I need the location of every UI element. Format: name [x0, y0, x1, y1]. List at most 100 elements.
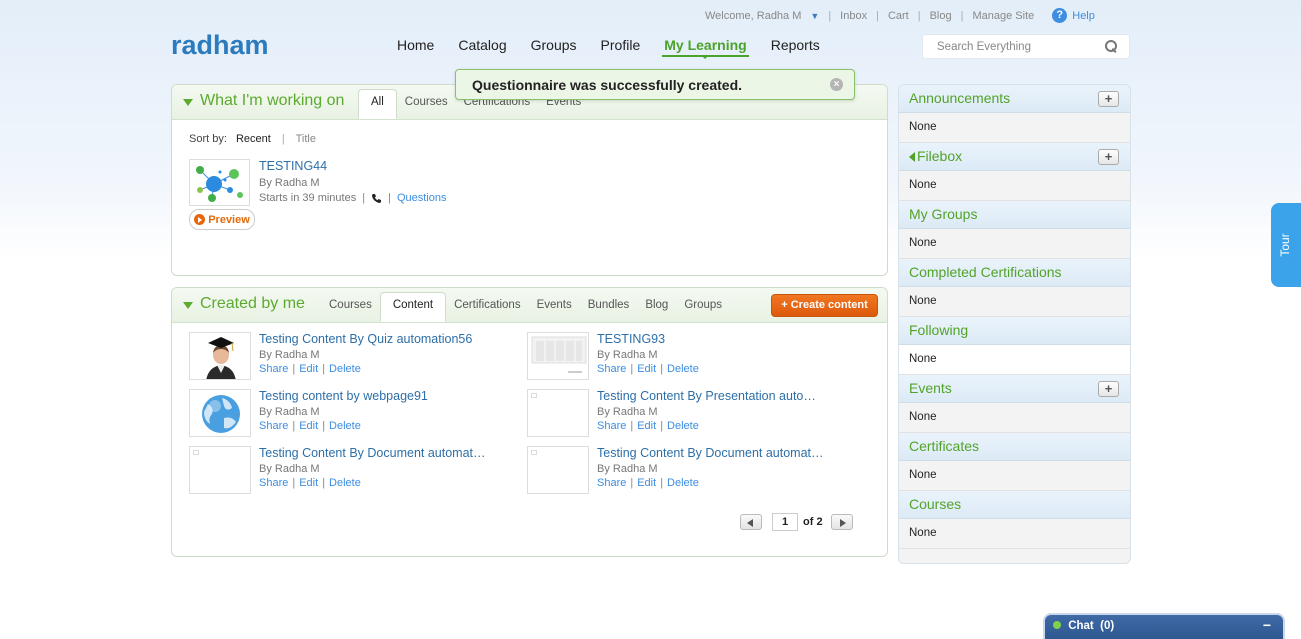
- nav-reports[interactable]: Reports: [771, 37, 820, 53]
- sidebar-body: None: [899, 519, 1130, 549]
- online-status-icon: [1053, 621, 1061, 629]
- sidebar-announcements-header: Announcements +: [899, 85, 1130, 113]
- sort-title[interactable]: Title: [296, 133, 316, 145]
- search-input[interactable]: [937, 40, 1104, 53]
- edit-link[interactable]: Edit: [637, 363, 656, 375]
- delete-link[interactable]: Delete: [667, 363, 699, 375]
- created-by-me-title[interactable]: Created by me: [183, 295, 305, 313]
- sort-recent[interactable]: Recent: [236, 133, 271, 145]
- chat-bar[interactable]: Chat (0) −: [1043, 613, 1285, 639]
- sidebar: Announcements + None Filebox + None My G…: [898, 84, 1131, 564]
- edit-link[interactable]: Edit: [299, 477, 318, 489]
- content-item-byline: By Radha M: [597, 463, 658, 475]
- working-on-panel: What I'm working on All Courses Certific…: [171, 84, 888, 276]
- working-on-title[interactable]: What I'm working on: [183, 92, 344, 110]
- sidebar-body: None: [899, 287, 1130, 317]
- site-logo[interactable]: radham: [171, 30, 269, 61]
- content-item-byline: By Radha M: [259, 406, 320, 418]
- content-item: Testing Content By Presentation auto… By…: [527, 389, 857, 439]
- sidebar-events-header: Events +: [899, 375, 1130, 403]
- chat-count: (0): [1100, 620, 1115, 632]
- delete-link[interactable]: Delete: [667, 420, 699, 432]
- share-link[interactable]: Share: [259, 363, 288, 375]
- add-event-button[interactable]: +: [1098, 381, 1119, 397]
- share-link[interactable]: Share: [597, 420, 626, 432]
- edit-link[interactable]: Edit: [637, 420, 656, 432]
- expand-triangle-icon: [909, 152, 915, 163]
- delete-link[interactable]: Delete: [329, 363, 361, 375]
- utility-bar: Welcome, Radha M ▼ | Inbox | Cart | Blog…: [705, 8, 1095, 23]
- next-page-icon[interactable]: [830, 514, 853, 530]
- close-icon[interactable]: ×: [830, 78, 843, 91]
- add-announcement-button[interactable]: +: [1098, 91, 1119, 107]
- nav-profile[interactable]: Profile: [601, 37, 641, 53]
- tab-events[interactable]: Events: [529, 299, 580, 322]
- content-item: Testing Content By Document automat… By …: [189, 446, 519, 496]
- pagination: 1 of 2: [740, 513, 853, 531]
- create-content-button[interactable]: + Create content: [771, 294, 878, 317]
- tab-blog[interactable]: Blog: [637, 299, 676, 322]
- content-item-title[interactable]: Testing Content By Document automat…: [597, 446, 824, 460]
- blank-thumbnail[interactable]: [527, 389, 589, 437]
- tour-tab[interactable]: Tour: [1271, 203, 1301, 287]
- help-label: Help: [1072, 9, 1095, 22]
- network-thumbnail[interactable]: [189, 159, 250, 206]
- sidebar-certificates-header: Certificates: [899, 433, 1130, 461]
- tab-content[interactable]: Content: [379, 292, 447, 322]
- working-item-title[interactable]: TESTING44: [259, 159, 327, 173]
- help-link[interactable]: ? Help: [1052, 8, 1095, 23]
- share-link[interactable]: Share: [259, 420, 288, 432]
- blank-thumbnail[interactable]: [189, 446, 251, 494]
- prev-page-icon[interactable]: [740, 514, 762, 530]
- content-item-title[interactable]: Testing Content By Document automat…: [259, 446, 486, 460]
- tab-courses[interactable]: Courses: [397, 96, 456, 119]
- edit-link[interactable]: Edit: [299, 420, 318, 432]
- content-item: TESTING93 By Radha M Share | Edit | Delete: [527, 332, 857, 382]
- nav-groups[interactable]: Groups: [531, 37, 577, 53]
- collapse-triangle-icon: [183, 98, 193, 106]
- delete-link[interactable]: Delete: [329, 420, 361, 432]
- user-menu-caret-icon[interactable]: ▼: [810, 11, 819, 21]
- search-icon[interactable]: [1104, 39, 1119, 54]
- content-item: Testing Content By Document automat… By …: [527, 446, 857, 496]
- share-link[interactable]: Share: [597, 477, 626, 489]
- sidebar-filebox-header[interactable]: Filebox +: [899, 143, 1130, 171]
- delete-link[interactable]: Delete: [329, 477, 361, 489]
- share-link[interactable]: Share: [597, 363, 626, 375]
- minimize-icon[interactable]: −: [1263, 617, 1271, 633]
- delete-link[interactable]: Delete: [667, 477, 699, 489]
- tab-groups[interactable]: Groups: [676, 299, 730, 322]
- content-item-byline: By Radha M: [597, 406, 658, 418]
- content-item-title[interactable]: Testing Content By Quiz automation56: [259, 332, 472, 346]
- tab-certifications[interactable]: Certifications: [446, 299, 528, 322]
- sidebar-body: None: [899, 345, 1130, 375]
- graduate-avatar-thumbnail[interactable]: [189, 332, 251, 380]
- blank-thumbnail[interactable]: [527, 446, 589, 494]
- content-item-title[interactable]: Testing Content By Presentation auto…: [597, 389, 816, 403]
- globe-thumbnail[interactable]: [189, 389, 251, 437]
- add-file-button[interactable]: +: [1098, 149, 1119, 165]
- questions-link[interactable]: Questions: [397, 192, 447, 204]
- sidebar-title: Following: [909, 322, 969, 338]
- edit-link[interactable]: Edit: [299, 363, 318, 375]
- tab-all[interactable]: All: [358, 89, 397, 119]
- preview-button[interactable]: Preview: [189, 209, 255, 230]
- blog-link[interactable]: Blog: [930, 10, 952, 22]
- edit-link[interactable]: Edit: [637, 477, 656, 489]
- content-item-title[interactable]: TESTING93: [597, 332, 699, 346]
- phone-icon: [371, 193, 382, 204]
- cart-link[interactable]: Cart: [888, 10, 909, 22]
- page-number-input[interactable]: 1: [772, 513, 798, 531]
- manage-site-link[interactable]: Manage Site: [972, 10, 1034, 22]
- nav-home[interactable]: Home: [397, 37, 434, 53]
- nav-catalog[interactable]: Catalog: [458, 37, 506, 53]
- main-nav: Home Catalog Groups Profile My Learning …: [397, 37, 844, 59]
- content-item-title[interactable]: Testing content by webpage91: [259, 389, 428, 403]
- inbox-link[interactable]: Inbox: [840, 10, 867, 22]
- slide-preview-thumbnail[interactable]: [527, 332, 589, 380]
- nav-my-learning[interactable]: My Learning: [662, 37, 750, 59]
- tab-courses[interactable]: Courses: [321, 299, 380, 322]
- sidebar-title: Events: [909, 380, 952, 396]
- share-link[interactable]: Share: [259, 477, 288, 489]
- tab-bundles[interactable]: Bundles: [580, 299, 638, 322]
